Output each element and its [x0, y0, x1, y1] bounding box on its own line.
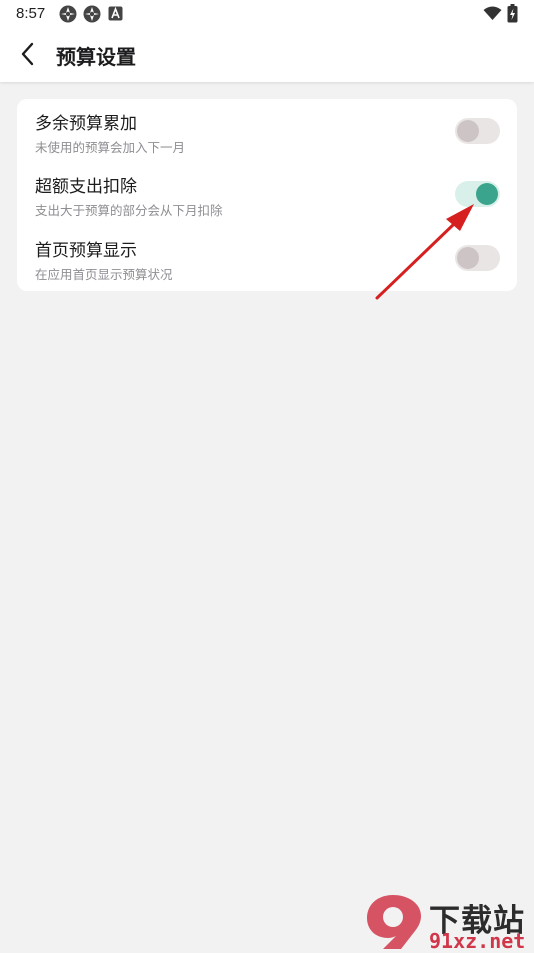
setting-description: 在应用首页显示预算状况: [35, 267, 173, 282]
status-time: 8:57: [16, 5, 46, 22]
chevron-left-icon: [21, 42, 34, 66]
toggle-knob: [457, 247, 479, 269]
setting-title: 多余预算累加: [35, 114, 137, 134]
setting-row-homepage-budget: 首页预算显示 在应用首页显示预算状况: [17, 226, 517, 289]
setting-title: 首页预算显示: [35, 241, 137, 261]
watermark-logo-icon: [367, 895, 421, 949]
homepage-budget-toggle[interactable]: [455, 245, 500, 271]
setting-row-overspend-deduction: 超额支出扣除 支出大于预算的部分会从下月扣除: [17, 162, 517, 225]
settings-card: 多余预算累加 未使用的预算会加入下一月 超额支出扣除 支出大于预算的部分会从下月…: [17, 99, 517, 291]
accessibility-a-icon: [108, 6, 123, 21]
status-bar: 8:57: [0, 0, 534, 28]
wifi-icon: [483, 6, 502, 21]
app-notification-icon: [58, 4, 78, 24]
setting-description: 未使用的预算会加入下一月: [35, 140, 186, 155]
watermark-line2: 91xz.net: [429, 929, 526, 953]
overspend-deduction-toggle[interactable]: [455, 181, 500, 207]
back-button[interactable]: [12, 36, 46, 72]
nav-bar: 预算设置: [0, 28, 534, 82]
app-notification-icon: [82, 4, 102, 24]
budget-rollover-toggle[interactable]: [455, 118, 500, 144]
toggle-knob: [457, 120, 479, 142]
setting-description: 支出大于预算的部分会从下月扣除: [35, 203, 223, 218]
watermark: 下载站 91xz.net: [363, 893, 534, 953]
app-header: 8:57 预算设置: [0, 0, 534, 82]
battery-charging-icon: [507, 4, 518, 23]
setting-row-budget-rollover: 多余预算累加 未使用的预算会加入下一月: [17, 99, 517, 162]
page-title: 预算设置: [56, 45, 136, 69]
toggle-knob: [476, 183, 498, 205]
setting-title: 超额支出扣除: [35, 177, 137, 197]
